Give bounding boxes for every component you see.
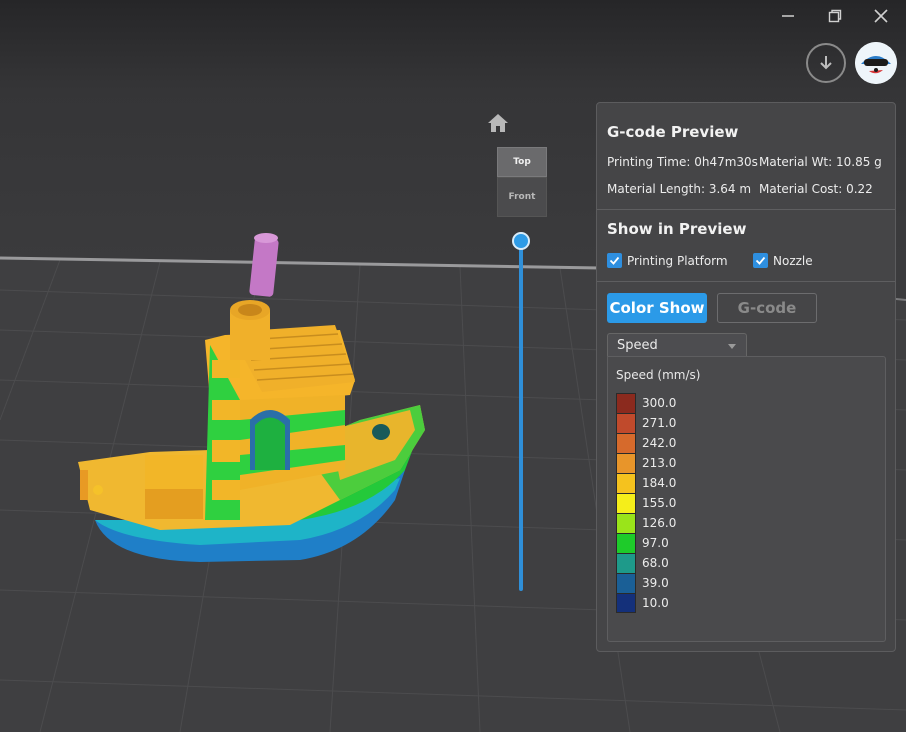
material-cost: Material Cost: 0.22	[759, 182, 873, 196]
download-button[interactable]	[806, 43, 846, 83]
close-button[interactable]	[866, 4, 896, 28]
layer-slider-track[interactable]	[519, 246, 523, 591]
divider	[597, 281, 895, 282]
legend-swatch	[616, 513, 636, 533]
color-show-button[interactable]: Color Show	[607, 293, 707, 323]
view-cube-top[interactable]: Top	[497, 147, 547, 177]
restore-button[interactable]	[820, 4, 850, 28]
legend-row: 126.0	[616, 513, 676, 533]
legend-row: 300.0	[616, 393, 676, 413]
home-view-button[interactable]	[486, 112, 510, 134]
legend-swatch	[616, 393, 636, 413]
chevron-down-icon	[728, 344, 736, 349]
download-arrow-icon	[820, 56, 832, 70]
legend-value: 97.0	[642, 536, 669, 550]
gcode-preview-panel: G-code Preview Printing Time: 0h47m30s M…	[596, 102, 896, 652]
legend-value: 39.0	[642, 576, 669, 590]
legend-value: 242.0	[642, 436, 677, 450]
legend-value: 271.0	[642, 416, 677, 430]
legend-row: 68.0	[616, 553, 676, 573]
legend-swatch	[616, 473, 636, 493]
divider	[597, 209, 895, 210]
color-mode-select[interactable]: Speed	[607, 333, 747, 357]
view-cube-front[interactable]: Front	[497, 177, 547, 217]
legend-row: 242.0	[616, 433, 676, 453]
nozzle-label: Nozzle	[773, 253, 813, 268]
legend-row: 39.0	[616, 573, 676, 593]
printing-platform-label: Printing Platform	[627, 253, 728, 268]
printing-time: Printing Time: 0h47m30s	[607, 155, 758, 169]
legend-swatch	[616, 593, 636, 613]
legend-row: 97.0	[616, 533, 676, 553]
legend-row: 155.0	[616, 493, 676, 513]
gcode-button[interactable]: G-code	[717, 293, 817, 323]
legend-swatch	[616, 533, 636, 553]
legend-swatch	[616, 413, 636, 433]
legend-value: 68.0	[642, 556, 669, 570]
close-icon	[874, 9, 888, 23]
material-length: Material Length: 3.64 m	[607, 182, 752, 196]
minimize-icon	[782, 15, 794, 17]
legend-value: 300.0	[642, 396, 677, 410]
legend-row: 271.0	[616, 413, 676, 433]
layer-slider-handle[interactable]	[512, 232, 530, 250]
legend-row: 213.0	[616, 453, 676, 473]
nozzle-checkbox[interactable]: Nozzle	[753, 253, 813, 268]
color-mode-value: Speed	[617, 338, 658, 353]
legend-swatch	[616, 433, 636, 453]
legend-swatch	[616, 493, 636, 513]
panel-title: G-code Preview	[607, 123, 739, 141]
avatar-face-icon	[855, 42, 897, 84]
legend-row: 10.0	[616, 593, 676, 613]
restore-icon	[828, 9, 842, 23]
checkbox-checked-icon	[607, 253, 622, 268]
material-weight: Material Wt: 10.85 g	[759, 155, 882, 169]
legend-swatch	[616, 553, 636, 573]
legend-title: Speed (mm/s)	[616, 368, 701, 382]
legend-swatch	[616, 453, 636, 473]
checkbox-checked-icon	[753, 253, 768, 268]
legend-value: 184.0	[642, 476, 677, 490]
legend-list: 300.0 271.0 242.0 213.0 184.0 155.0 126.0 97.0 6…	[616, 393, 676, 613]
show-in-preview-title: Show in Preview	[607, 220, 747, 238]
user-avatar[interactable]	[855, 42, 897, 84]
home-icon	[488, 114, 508, 132]
speed-legend: Speed (mm/s) 300.0 271.0 242.0 213.0 184.0 15…	[607, 356, 886, 642]
minimize-button[interactable]	[773, 4, 803, 28]
legend-value: 213.0	[642, 456, 677, 470]
printing-platform-checkbox[interactable]: Printing Platform	[607, 253, 728, 268]
legend-value: 155.0	[642, 496, 677, 510]
legend-value: 126.0	[642, 516, 677, 530]
legend-row: 184.0	[616, 473, 676, 493]
legend-swatch	[616, 573, 636, 593]
legend-value: 10.0	[642, 596, 669, 610]
